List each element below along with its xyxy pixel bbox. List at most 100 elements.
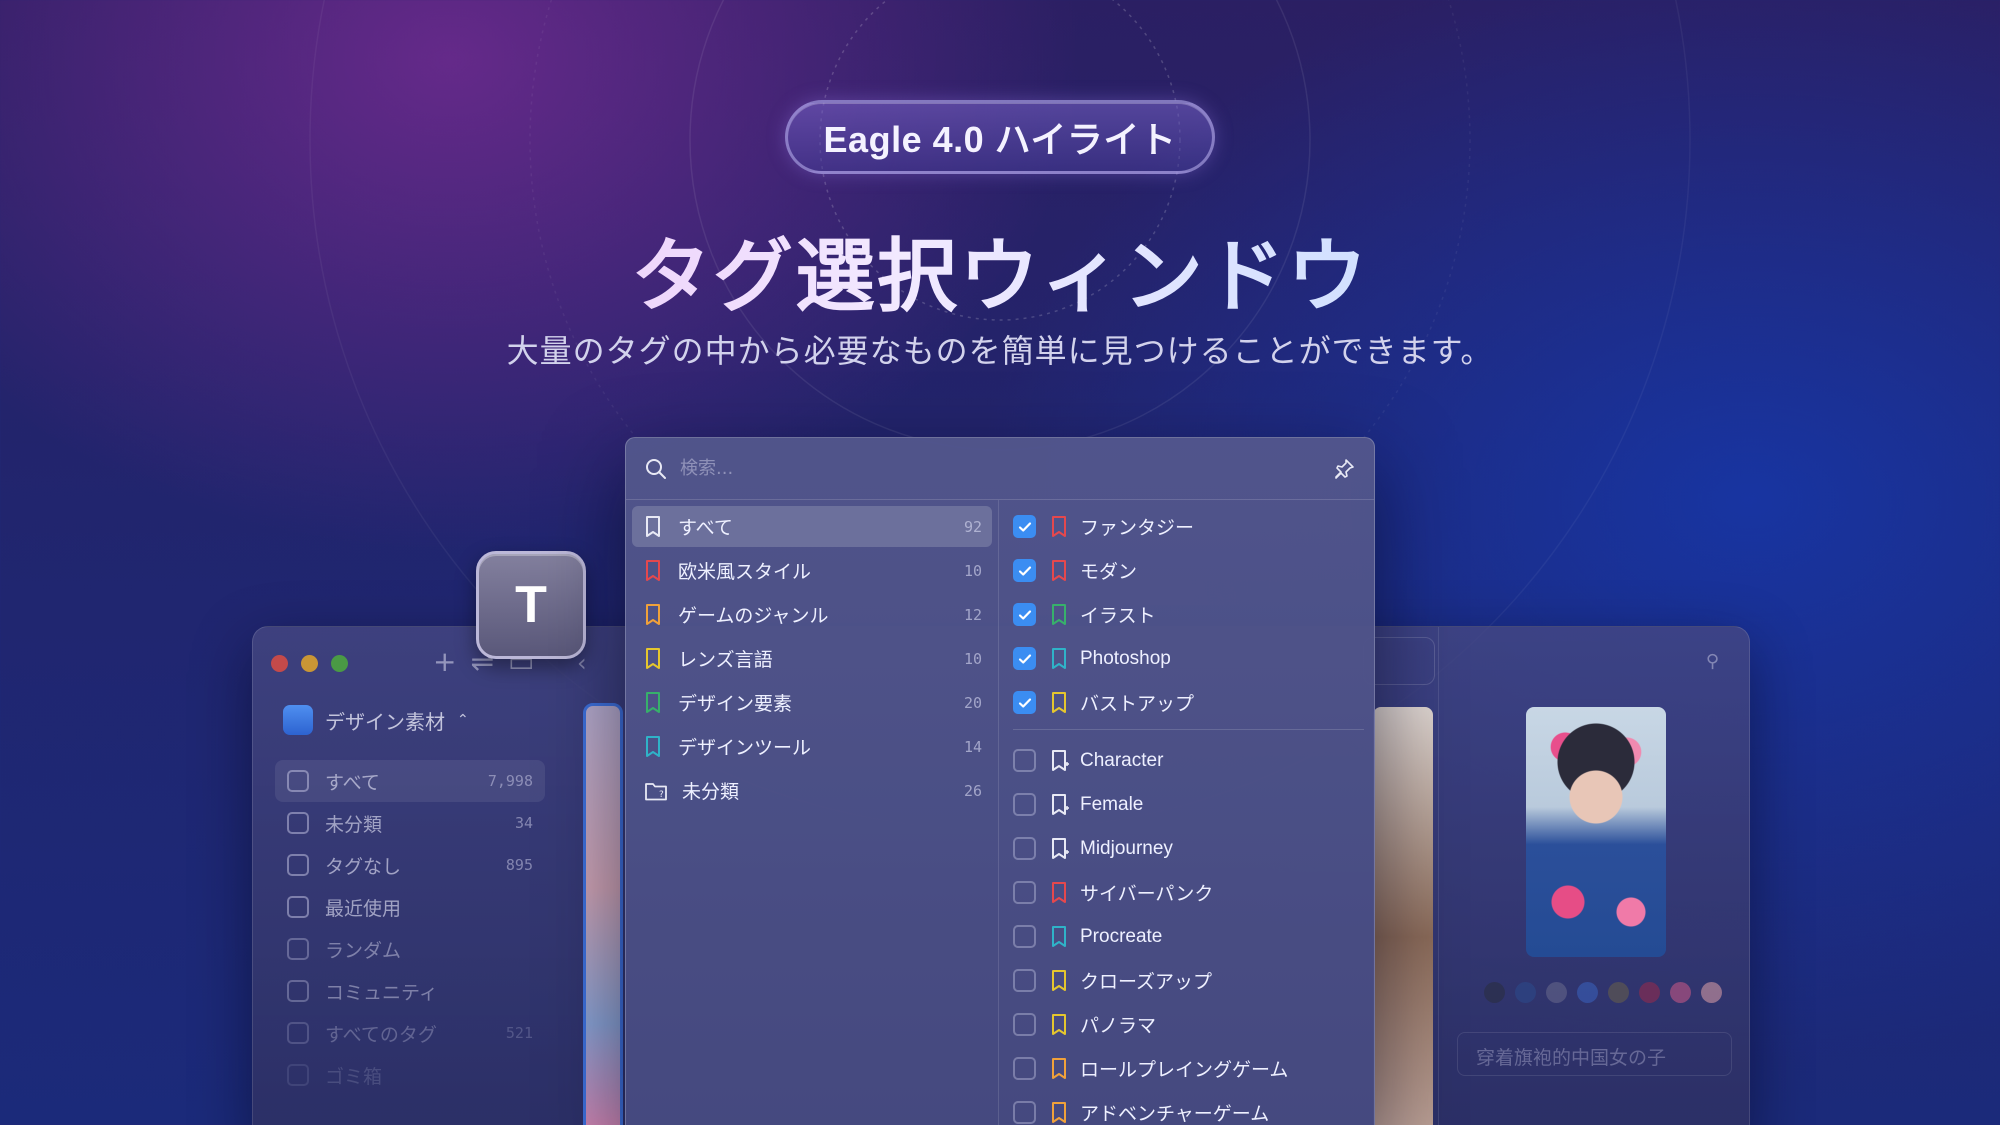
close-window-button[interactable] [271, 655, 288, 672]
bookmark-icon [1050, 603, 1070, 627]
checkbox-checked[interactable] [1013, 515, 1036, 538]
checkbox-checked[interactable] [1013, 603, 1036, 626]
tag-category-count: 14 [963, 737, 982, 756]
color-swatch[interactable] [1515, 982, 1536, 1003]
tag-item[interactable]: Female [1013, 784, 1370, 825]
checkbox-checked[interactable] [1013, 647, 1036, 670]
minimize-window-button[interactable] [301, 655, 318, 672]
color-swatch[interactable] [1546, 982, 1567, 1003]
checkbox-unchecked[interactable] [1013, 1101, 1036, 1124]
bookmark-icon [1050, 837, 1070, 861]
pin-icon[interactable] [1332, 457, 1356, 481]
tag-item[interactable]: モダン [1013, 550, 1370, 591]
image-preview [1526, 707, 1666, 957]
tag-label: サイバーパンク [1080, 883, 1214, 905]
tag-item[interactable]: Character [1013, 740, 1370, 781]
tag-category-count: 10 [963, 561, 982, 580]
zoom-window-button[interactable] [331, 655, 348, 672]
color-swatch[interactable] [1639, 982, 1660, 1003]
bookmark-icon [644, 735, 664, 759]
tag-search-bar [626, 438, 1374, 500]
sidebar-item[interactable]: ゴミ箱 [275, 1054, 545, 1096]
library-switcher[interactable]: デザイン素材 ⌃ [283, 705, 469, 735]
tag-icon [287, 1022, 309, 1044]
image-caption-field[interactable]: 穿着旗袍的中国女の子 [1457, 1032, 1732, 1076]
sidebar-item-count: 34 [514, 814, 533, 832]
thumbnail[interactable] [1373, 707, 1433, 1125]
checkbox-unchecked[interactable] [1013, 793, 1036, 816]
sidebar-item[interactable]: 最近使用 [275, 886, 545, 928]
sidebar-item-label: すべて [325, 771, 380, 794]
color-swatch[interactable] [1608, 982, 1629, 1003]
tag-item[interactable]: Photoshop [1013, 638, 1370, 679]
add-icon[interactable]: + [433, 645, 456, 678]
tag-label: ファンタジー [1080, 517, 1195, 539]
sidebar-item[interactable]: 未分類 34 [275, 802, 545, 844]
tag-category-label: デザインツール [678, 737, 812, 759]
tag-category-label: すべて [678, 517, 733, 539]
sidebar-item[interactable]: コミュニティ [275, 970, 545, 1012]
tag-label: パノラマ [1080, 1015, 1157, 1037]
tag-list: ファンタジー モダンイラスト Photoshop バストアップ Character Fem… [999, 500, 1374, 1125]
tag-label: アドベンチャーゲーム [1080, 1103, 1270, 1125]
checkbox-checked[interactable] [1013, 559, 1036, 582]
tag-label: モダン [1080, 561, 1138, 583]
inspector-panel: ⚲ 穿着旗袍的中国女の子 [1438, 627, 1749, 1125]
color-swatch[interactable] [1670, 982, 1691, 1003]
tag-category-item[interactable]: デザインツール 14 [632, 726, 992, 767]
tag-item[interactable]: Procreate [1013, 916, 1370, 957]
sidebar-item[interactable]: すべてのタグ 521 [275, 1012, 545, 1054]
window-controls [271, 655, 348, 672]
tag-label: Photoshop [1080, 647, 1171, 669]
checkbox-unchecked[interactable] [1013, 969, 1036, 992]
checkbox-unchecked[interactable] [1013, 925, 1036, 948]
tag-category-item[interactable]: レンズ言語 10 [632, 638, 992, 679]
tag-item[interactable]: イラスト [1013, 594, 1370, 635]
checkbox-unchecked[interactable] [1013, 1013, 1036, 1036]
sidebar-item[interactable]: タグなし 895 [275, 844, 545, 886]
chevron-updown-icon: ⌃ [457, 712, 469, 728]
color-swatch[interactable] [1701, 982, 1722, 1003]
bookmark-icon [1050, 1101, 1070, 1125]
bookmark-icon [1050, 969, 1070, 993]
tag-category-item[interactable]: すべて 92 [632, 506, 992, 547]
shuffle-icon [287, 938, 309, 960]
tag-category-item[interactable]: 欧米風スタイル 10 [632, 550, 992, 591]
tag-picker-window: すべて92欧米風スタイル10ゲームのジャンル12レンズ言語10デザイン要素20デ… [625, 437, 1375, 1125]
tag-item[interactable]: クローズアップ [1013, 960, 1370, 1001]
tag-category-item[interactable]: デザイン要素 20 [632, 682, 992, 723]
bookmark-icon [1050, 1057, 1070, 1081]
tag-item[interactable]: アドベンチャーゲーム [1013, 1092, 1370, 1125]
checkbox-unchecked[interactable] [1013, 837, 1036, 860]
tag-category-label: デザイン要素 [678, 693, 793, 715]
tag-category-item[interactable]: ゲームのジャンル 12 [632, 594, 992, 635]
tag-item[interactable]: ファンタジー [1013, 506, 1370, 547]
bookmark-icon [644, 603, 664, 627]
bookmark-icon [1050, 691, 1070, 715]
thumbnail-selected[interactable] [583, 703, 623, 1125]
tag-category-label: 欧米風スタイル [678, 561, 812, 583]
sidebar-item[interactable]: すべて 7,998 [275, 760, 545, 802]
checkbox-unchecked[interactable] [1013, 1057, 1036, 1080]
hero-title: タグ選択ウィンドウ [0, 212, 2000, 328]
tag-item[interactable]: バストアップ [1013, 682, 1370, 723]
tag-item[interactable]: ロールプレイングゲーム [1013, 1048, 1370, 1089]
sidebar-item[interactable]: ランダム [275, 928, 545, 970]
color-swatch[interactable] [1577, 982, 1598, 1003]
checkbox-unchecked[interactable] [1013, 881, 1036, 904]
tag-item[interactable]: サイバーパンク [1013, 872, 1370, 913]
tag-label: Female [1080, 793, 1144, 815]
tag-category-count: 20 [963, 693, 982, 712]
checkbox-unchecked[interactable] [1013, 749, 1036, 772]
folder-question-icon [287, 812, 309, 834]
tag-item[interactable]: Midjourney [1013, 828, 1370, 869]
tag-category-item[interactable]: ? 未分類 26 [632, 770, 992, 811]
tag-item[interactable]: パノラマ [1013, 1004, 1370, 1045]
sidebar-item-label: タグなし [325, 855, 402, 878]
bookmark-icon [1050, 925, 1070, 949]
pin-icon[interactable]: ⚲ [1706, 651, 1719, 672]
tag-search-input[interactable] [680, 458, 1332, 479]
checkbox-checked[interactable] [1013, 691, 1036, 714]
color-swatch[interactable] [1484, 982, 1505, 1003]
svg-text:?: ? [659, 790, 664, 800]
